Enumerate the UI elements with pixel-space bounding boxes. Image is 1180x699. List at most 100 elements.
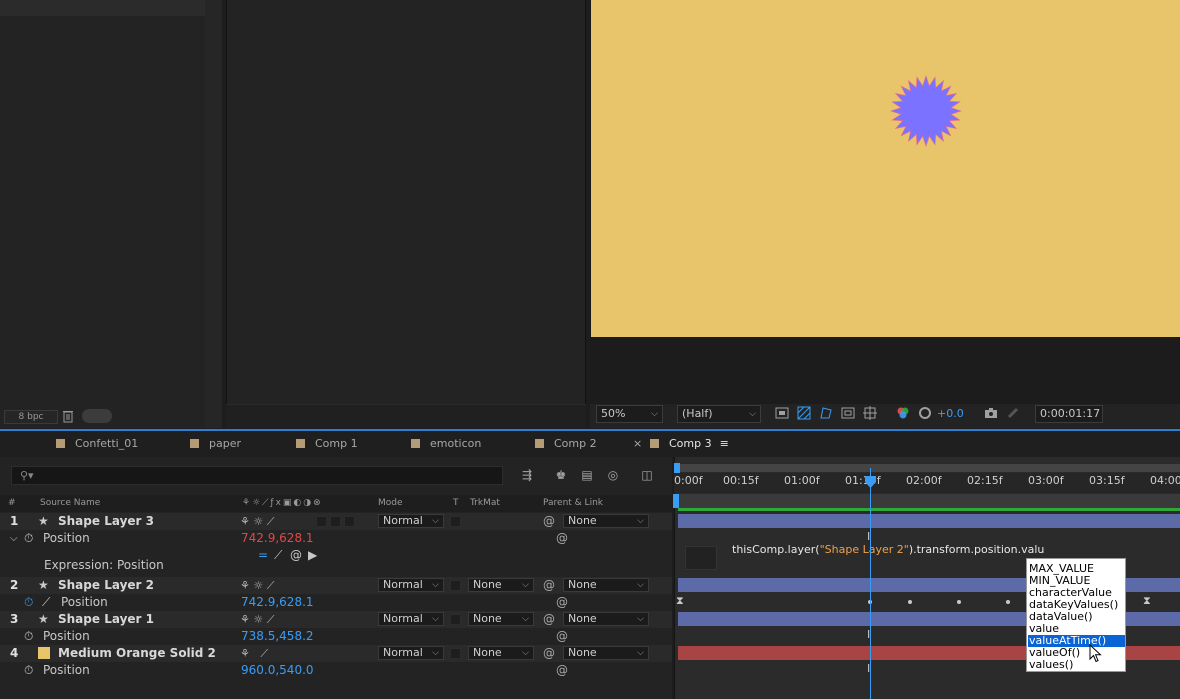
composition-flowchart-icon[interactable]: ⇶ (518, 467, 536, 484)
tab-comp-1[interactable]: Comp 1 (296, 431, 358, 457)
tab-menu-icon[interactable]: ≡ (720, 437, 729, 450)
twirl-open-icon[interactable]: ⌵ (10, 530, 18, 547)
preserve-transparency-toggle[interactable] (450, 614, 461, 625)
mode-dropdown[interactable]: Normal ⌵ (378, 646, 444, 660)
work-area-start-handle[interactable] (673, 494, 679, 508)
expression-autocomplete-list[interactable]: MAX_VALUE MIN_VALUE characterValue dataK… (1026, 558, 1126, 672)
parent-dropdown[interactable]: None ⌵ (563, 514, 649, 528)
layer-switches[interactable]: ⚘ ⟋ (240, 645, 268, 662)
position-value[interactable]: 742.9,628.1 (241, 594, 314, 611)
stopwatch-active-icon[interactable]: ⏱ (24, 594, 33, 611)
keyframe-dot[interactable] (957, 600, 961, 604)
playhead-handle-icon[interactable] (865, 476, 876, 488)
work-area-bar[interactable] (678, 494, 1180, 508)
composition-canvas[interactable] (591, 0, 1180, 337)
position-value[interactable]: 742.9,628.1 (241, 530, 314, 547)
layer-row-2[interactable]: 2 ★ Shape Layer 2 ⚘ ☼ ⟋ Normal ⌵ None ⌵ @ … (0, 577, 672, 594)
position-value[interactable]: 738.5,458.2 (241, 628, 314, 645)
trkmat-dropdown[interactable]: None ⌵ (468, 612, 534, 626)
tab-comp-2[interactable]: Comp 2 (535, 431, 597, 457)
switch-cell[interactable] (316, 516, 327, 527)
expression-pickwhip-icon[interactable]: @ (290, 547, 302, 564)
region-of-interest-icon[interactable] (840, 406, 856, 422)
mask-path-icon[interactable] (818, 406, 834, 422)
layer-switches[interactable]: ⚘ ☼ ⟋ (240, 611, 274, 628)
layer-bar-shape-layer-3[interactable] (678, 514, 1180, 528)
layer-switches[interactable]: ⚘ ☼ ⟋ (240, 513, 274, 530)
stopwatch-icon[interactable]: ⏱ (24, 530, 33, 547)
parent-dropdown[interactable]: None ⌵ (563, 646, 649, 660)
parent-pickwhip-icon[interactable]: @ (543, 513, 555, 530)
bit-depth-button[interactable]: 8 bpc (4, 410, 58, 424)
layer-row-4[interactable]: 4 Medium Orange Solid 2 ⚘ ⟋ Normal ⌵ None… (0, 645, 672, 662)
close-tab-icon[interactable]: × (633, 431, 642, 457)
expression-graph-icon[interactable]: ⟋ (274, 547, 282, 564)
motion-blur-icon[interactable]: ◎ (604, 467, 622, 484)
parent-pickwhip-icon[interactable]: @ (543, 645, 555, 662)
parent-pickwhip-icon[interactable]: @ (543, 577, 555, 594)
frame-blending-icon[interactable]: ▤ (578, 467, 596, 484)
graph-icon[interactable]: ⟋ (42, 594, 50, 611)
keyframe-dot[interactable] (908, 600, 912, 604)
layer-switches[interactable]: ⚘ ☼ ⟋ (240, 577, 274, 594)
property-pickwhip-icon[interactable]: @ (556, 530, 568, 547)
layer-name[interactable]: Shape Layer 1 (58, 611, 154, 628)
layer-name[interactable]: Shape Layer 3 (58, 513, 154, 530)
keyframe-dot[interactable] (1006, 600, 1010, 604)
time-navigator[interactable] (674, 464, 1180, 472)
tab-confetti-01[interactable]: Confetti_01 (56, 431, 138, 457)
current-time-indicator[interactable] (870, 468, 871, 699)
project-scrollbar[interactable] (205, 0, 222, 428)
current-time-display[interactable]: 0:00:01:17 (1035, 405, 1103, 423)
expression-editor[interactable]: thisComp.layer("Shape Layer 2").transfor… (732, 543, 1044, 556)
shy-layers-icon[interactable]: ♚ (552, 467, 570, 484)
switch-cell[interactable] (344, 516, 355, 527)
reset-exposure-icon[interactable] (917, 406, 933, 422)
parent-dropdown[interactable]: None ⌵ (563, 578, 649, 592)
keyframe-hourglass-icon[interactable]: ⧗ (676, 594, 684, 608)
time-navigator-start-handle[interactable] (674, 463, 680, 473)
trkmat-dropdown[interactable]: None ⌵ (468, 646, 534, 660)
tab-comp-3[interactable]: Comp 3 ≡ (650, 431, 729, 457)
snapshot-region-icon[interactable] (774, 406, 790, 422)
layer-name[interactable]: Medium Orange Solid 2 (58, 645, 216, 662)
graph-editor-icon[interactable]: ◫ (638, 467, 656, 484)
tab-emoticon[interactable]: emoticon (411, 431, 481, 457)
layer-row-3[interactable]: 3 ★ Shape Layer 1 ⚘ ☼ ⟋ Normal ⌵ None ⌵ @ … (0, 611, 672, 628)
stopwatch-icon[interactable]: ⏱ (24, 628, 33, 645)
position-value[interactable]: 960.0,540.0 (241, 662, 314, 679)
zoom-dropdown[interactable]: 50% ⌵ (596, 405, 663, 423)
mode-dropdown[interactable]: Normal ⌵ (378, 514, 444, 528)
exposure-value[interactable]: +0.0 (937, 406, 964, 422)
switch-cell[interactable] (330, 516, 341, 527)
enable-expression-icon[interactable]: = (258, 547, 268, 564)
show-snapshot-icon[interactable] (1005, 406, 1021, 422)
preserve-transparency-toggle[interactable] (450, 580, 461, 591)
transparency-grid-icon[interactable] (796, 406, 812, 422)
trkmat-dropdown[interactable]: None ⌵ (468, 578, 534, 592)
stopwatch-icon[interactable]: ⏱ (24, 662, 33, 679)
expression-language-menu-icon[interactable]: ▶ (308, 547, 317, 564)
layer-search-input[interactable]: ⚲▾ (11, 466, 503, 485)
layer-row-1[interactable]: 1 ★ Shape Layer 3 ⚘ ☼ ⟋ Normal ⌵ @ None ⌵ (0, 513, 672, 530)
camera-icon[interactable] (983, 406, 999, 422)
preserve-transparency-toggle[interactable] (450, 516, 461, 527)
sunburst-shape[interactable] (889, 74, 963, 148)
autocomplete-item[interactable]: values() (1028, 659, 1125, 671)
channels-icon[interactable] (895, 406, 911, 422)
property-pickwhip-icon[interactable]: @ (556, 628, 568, 645)
tab-paper[interactable]: paper (190, 431, 241, 457)
guides-icon[interactable] (862, 406, 878, 422)
parent-pickwhip-icon[interactable]: @ (543, 611, 555, 628)
property-row-position[interactable]: ⏱ Position 738.5,458.2 @ (0, 628, 672, 645)
column-source-name[interactable]: Source Name (40, 495, 100, 512)
trash-icon[interactable] (62, 409, 74, 423)
preserve-transparency-toggle[interactable] (450, 648, 461, 659)
property-row-position[interactable]: ⏱ ⟋ Position 742.9,628.1 @ (0, 594, 672, 611)
property-row-position[interactable]: ⌵ ⏱ Position 742.9,628.1 @ (0, 530, 672, 547)
property-pickwhip-icon[interactable]: @ (556, 594, 568, 611)
resolution-dropdown[interactable]: (Half) ⌵ (677, 405, 761, 423)
property-pickwhip-icon[interactable]: @ (556, 662, 568, 679)
project-footer-toggle[interactable] (82, 409, 112, 423)
mode-dropdown[interactable]: Normal ⌵ (378, 578, 444, 592)
